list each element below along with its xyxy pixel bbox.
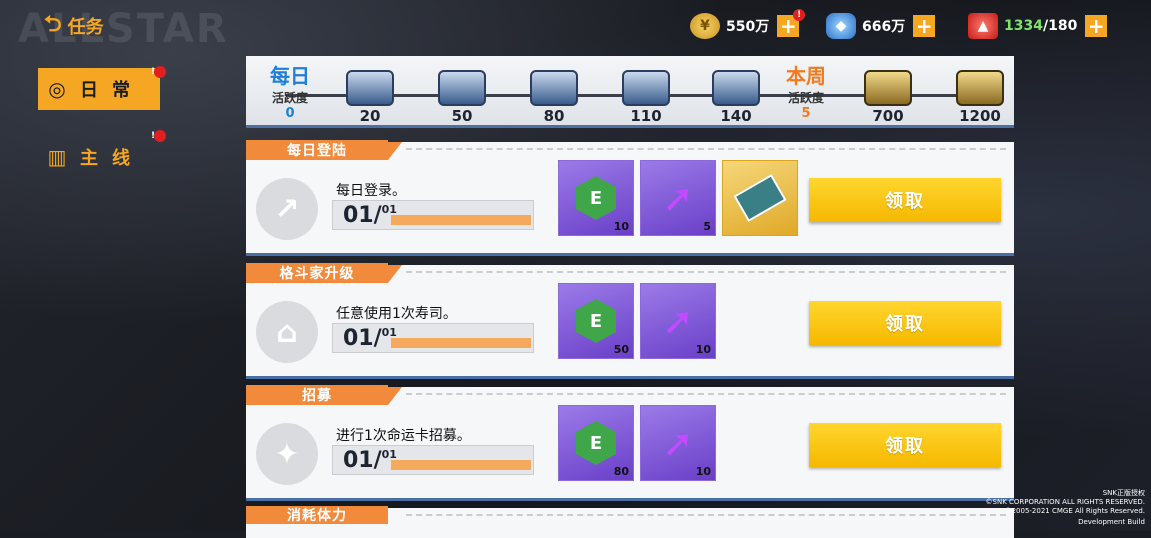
nav-item-daily[interactable]: ◎ 日常 ! <box>38 66 166 110</box>
progress-current: 01/ <box>343 325 382 351</box>
exp-hex-icon: E <box>576 176 616 220</box>
progress-fill <box>391 215 531 225</box>
reward-quantity: 10 <box>613 220 629 233</box>
daily-milestone-value: 140 <box>720 107 752 125</box>
gem-value: 666万 <box>862 19 906 35</box>
backpack-icon: ⌂ <box>256 301 318 363</box>
task-progress: 01/ 01 <box>332 445 534 475</box>
stamina-currency: ▲ 1334/180 + <box>968 12 1108 40</box>
task-title: 消耗体力 <box>246 506 388 524</box>
upgrade-arrow-icon: ➚ <box>662 421 694 465</box>
reward-quantity: 80 <box>613 465 629 478</box>
weekly-activity-value: 5 <box>801 106 811 121</box>
stamina-icon: ▲ <box>968 13 998 39</box>
daily-chest-icon[interactable] <box>438 70 486 106</box>
weekly-milestone-value: 700 <box>872 107 904 125</box>
card-recruit-icon: ✦ <box>256 423 318 485</box>
task-description: 每日登录。 <box>336 183 406 199</box>
reward-item[interactable]: ➚ 5 <box>640 160 716 236</box>
reward-quantity: 5 <box>703 220 711 233</box>
task-title: 招募 <box>246 385 388 405</box>
target-icon: ◎ <box>48 77 66 101</box>
task-title: 每日登陆 <box>246 140 388 160</box>
task-progress: 01/ 01 <box>332 323 534 353</box>
task-progress: 01/ 01 <box>332 200 534 230</box>
copyright-text: SNK正版授权 ©SNK CORPORATION ALL RIGHTS RESE… <box>985 489 1145 526</box>
nav-label-daily: 日常 <box>80 80 144 101</box>
daily-milestone-value: 110 <box>630 107 662 125</box>
daily-activity-value: 0 <box>285 106 295 121</box>
gold-value: 550万 <box>726 19 770 35</box>
stamina-max: /180 <box>1042 18 1078 34</box>
back-arrow-icon: ⮌ <box>44 12 62 37</box>
nav-item-main[interactable]: ▥ 主线 ! <box>38 130 166 178</box>
add-stamina-button[interactable]: + <box>1085 14 1108 38</box>
task-description: 任意使用1次寿司。 <box>336 306 457 322</box>
gold-currency: ¥ 550万 + ! <box>690 9 806 40</box>
nav-label-main: 主线 <box>80 148 144 169</box>
progress-current: 01/ <box>343 447 382 473</box>
nav-main-badge: ! <box>150 130 170 142</box>
back-button[interactable]: ⮌ 任务 <box>44 12 104 40</box>
reward-quantity: 50 <box>613 343 629 356</box>
weekly-chest-icon[interactable] <box>864 70 912 106</box>
reward-quantity: 10 <box>695 343 711 356</box>
exp-hex-icon: E <box>576 421 616 465</box>
reward-item[interactable] <box>722 160 798 236</box>
claim-button[interactable]: 领取 <box>809 423 1001 467</box>
reward-quantity: 10 <box>695 465 711 478</box>
daily-chest-icon[interactable] <box>712 70 760 106</box>
daily-chest-icon[interactable] <box>346 70 394 106</box>
exp-hex-icon: E <box>576 299 616 343</box>
reward-item[interactable]: E 80 <box>558 405 634 481</box>
daily-activity-label: 每日 活跃度 0 <box>260 60 320 121</box>
progress-fill <box>391 460 531 470</box>
daily-milestone-value: 50 <box>451 107 473 125</box>
gem-currency: ◆ 666万 + <box>826 12 936 40</box>
add-gem-button[interactable]: + <box>913 14 936 38</box>
task-description: 进行1次命运卡招募。 <box>336 428 471 444</box>
gem-icon: ◆ <box>826 13 856 39</box>
task-card: 格斗家升级 ⌂ 任意使用1次寿司。 01/ 01 E 50 ➚ 10 领取 <box>246 263 1014 379</box>
weekly-activity-label: 本周 活跃度 5 <box>776 60 836 121</box>
page-title: 任务 <box>67 17 104 38</box>
stamina-current: 1334 <box>1004 18 1043 34</box>
chart-up-icon: ↗ <box>256 178 318 240</box>
daily-milestone-value: 20 <box>359 107 381 125</box>
reward-item[interactable]: E 10 <box>558 160 634 236</box>
progress-fill <box>391 338 531 348</box>
daily-chest-icon[interactable] <box>530 70 578 106</box>
activity-progress-panel: 每日 活跃度 0 本周 活跃度 5 20 50 80 110 140 700 1200 <box>246 56 1014 128</box>
bar-chart-icon: ▥ <box>47 145 67 169</box>
task-title: 格斗家升级 <box>246 263 388 283</box>
task-card: 每日登陆 ↗ 每日登录。 01/ 01 E 10 ➚ 5 领取 <box>246 140 1014 256</box>
task-card-4: 消耗体力 <box>246 506 1014 538</box>
claim-button[interactable]: 领取 <box>809 301 1001 345</box>
weekly-milestone-value: 1200 <box>959 107 1001 125</box>
nav-daily-badge: ! <box>150 66 170 78</box>
reward-item[interactable]: E 50 <box>558 283 634 359</box>
upgrade-arrow-icon: ➚ <box>662 176 694 220</box>
reward-item[interactable]: ➚ 10 <box>640 283 716 359</box>
upgrade-arrow-icon: ➚ <box>662 299 694 343</box>
progress-current: 01/ <box>343 202 382 228</box>
add-gold-button[interactable]: + ! <box>777 9 806 38</box>
ticket-icon <box>733 174 787 222</box>
reward-item[interactable]: ➚ 10 <box>640 405 716 481</box>
gold-coin-icon: ¥ <box>690 13 720 39</box>
task-card: 招募 ✦ 进行1次命运卡招募。 01/ 01 E 80 ➚ 10 领取 <box>246 385 1014 501</box>
claim-button[interactable]: 领取 <box>809 178 1001 222</box>
daily-chest-icon[interactable] <box>622 70 670 106</box>
weekly-chest-icon[interactable] <box>956 70 1004 106</box>
daily-milestone-value: 80 <box>543 107 565 125</box>
